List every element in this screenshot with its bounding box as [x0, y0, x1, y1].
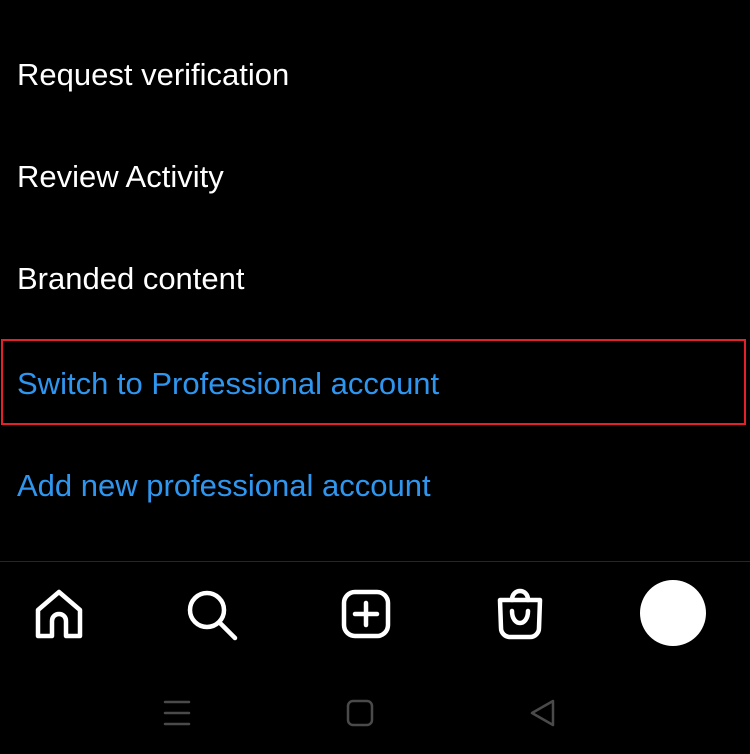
search-icon[interactable]: [183, 586, 239, 642]
home-button-icon[interactable]: [343, 696, 377, 730]
menu-item-add-new-professional[interactable]: Add new professional account: [17, 466, 431, 506]
profile-avatar[interactable]: [640, 580, 706, 646]
home-icon[interactable]: [31, 586, 87, 642]
menu-item-request-verification[interactable]: Request verification: [17, 55, 289, 95]
menu-item-branded-content[interactable]: Branded content: [17, 259, 245, 299]
menu-item-review-activity[interactable]: Review Activity: [17, 157, 224, 197]
shop-icon[interactable]: [492, 586, 548, 642]
settings-menu: Request verification Review Activity Bra…: [0, 0, 750, 560]
recent-apps-icon[interactable]: [160, 696, 194, 730]
bottom-tab-bar: [0, 562, 750, 670]
create-post-icon[interactable]: [338, 586, 394, 642]
menu-item-switch-to-professional[interactable]: Switch to Professional account: [17, 364, 439, 404]
system-navigation-bar: [0, 670, 750, 754]
back-icon[interactable]: [526, 696, 560, 730]
